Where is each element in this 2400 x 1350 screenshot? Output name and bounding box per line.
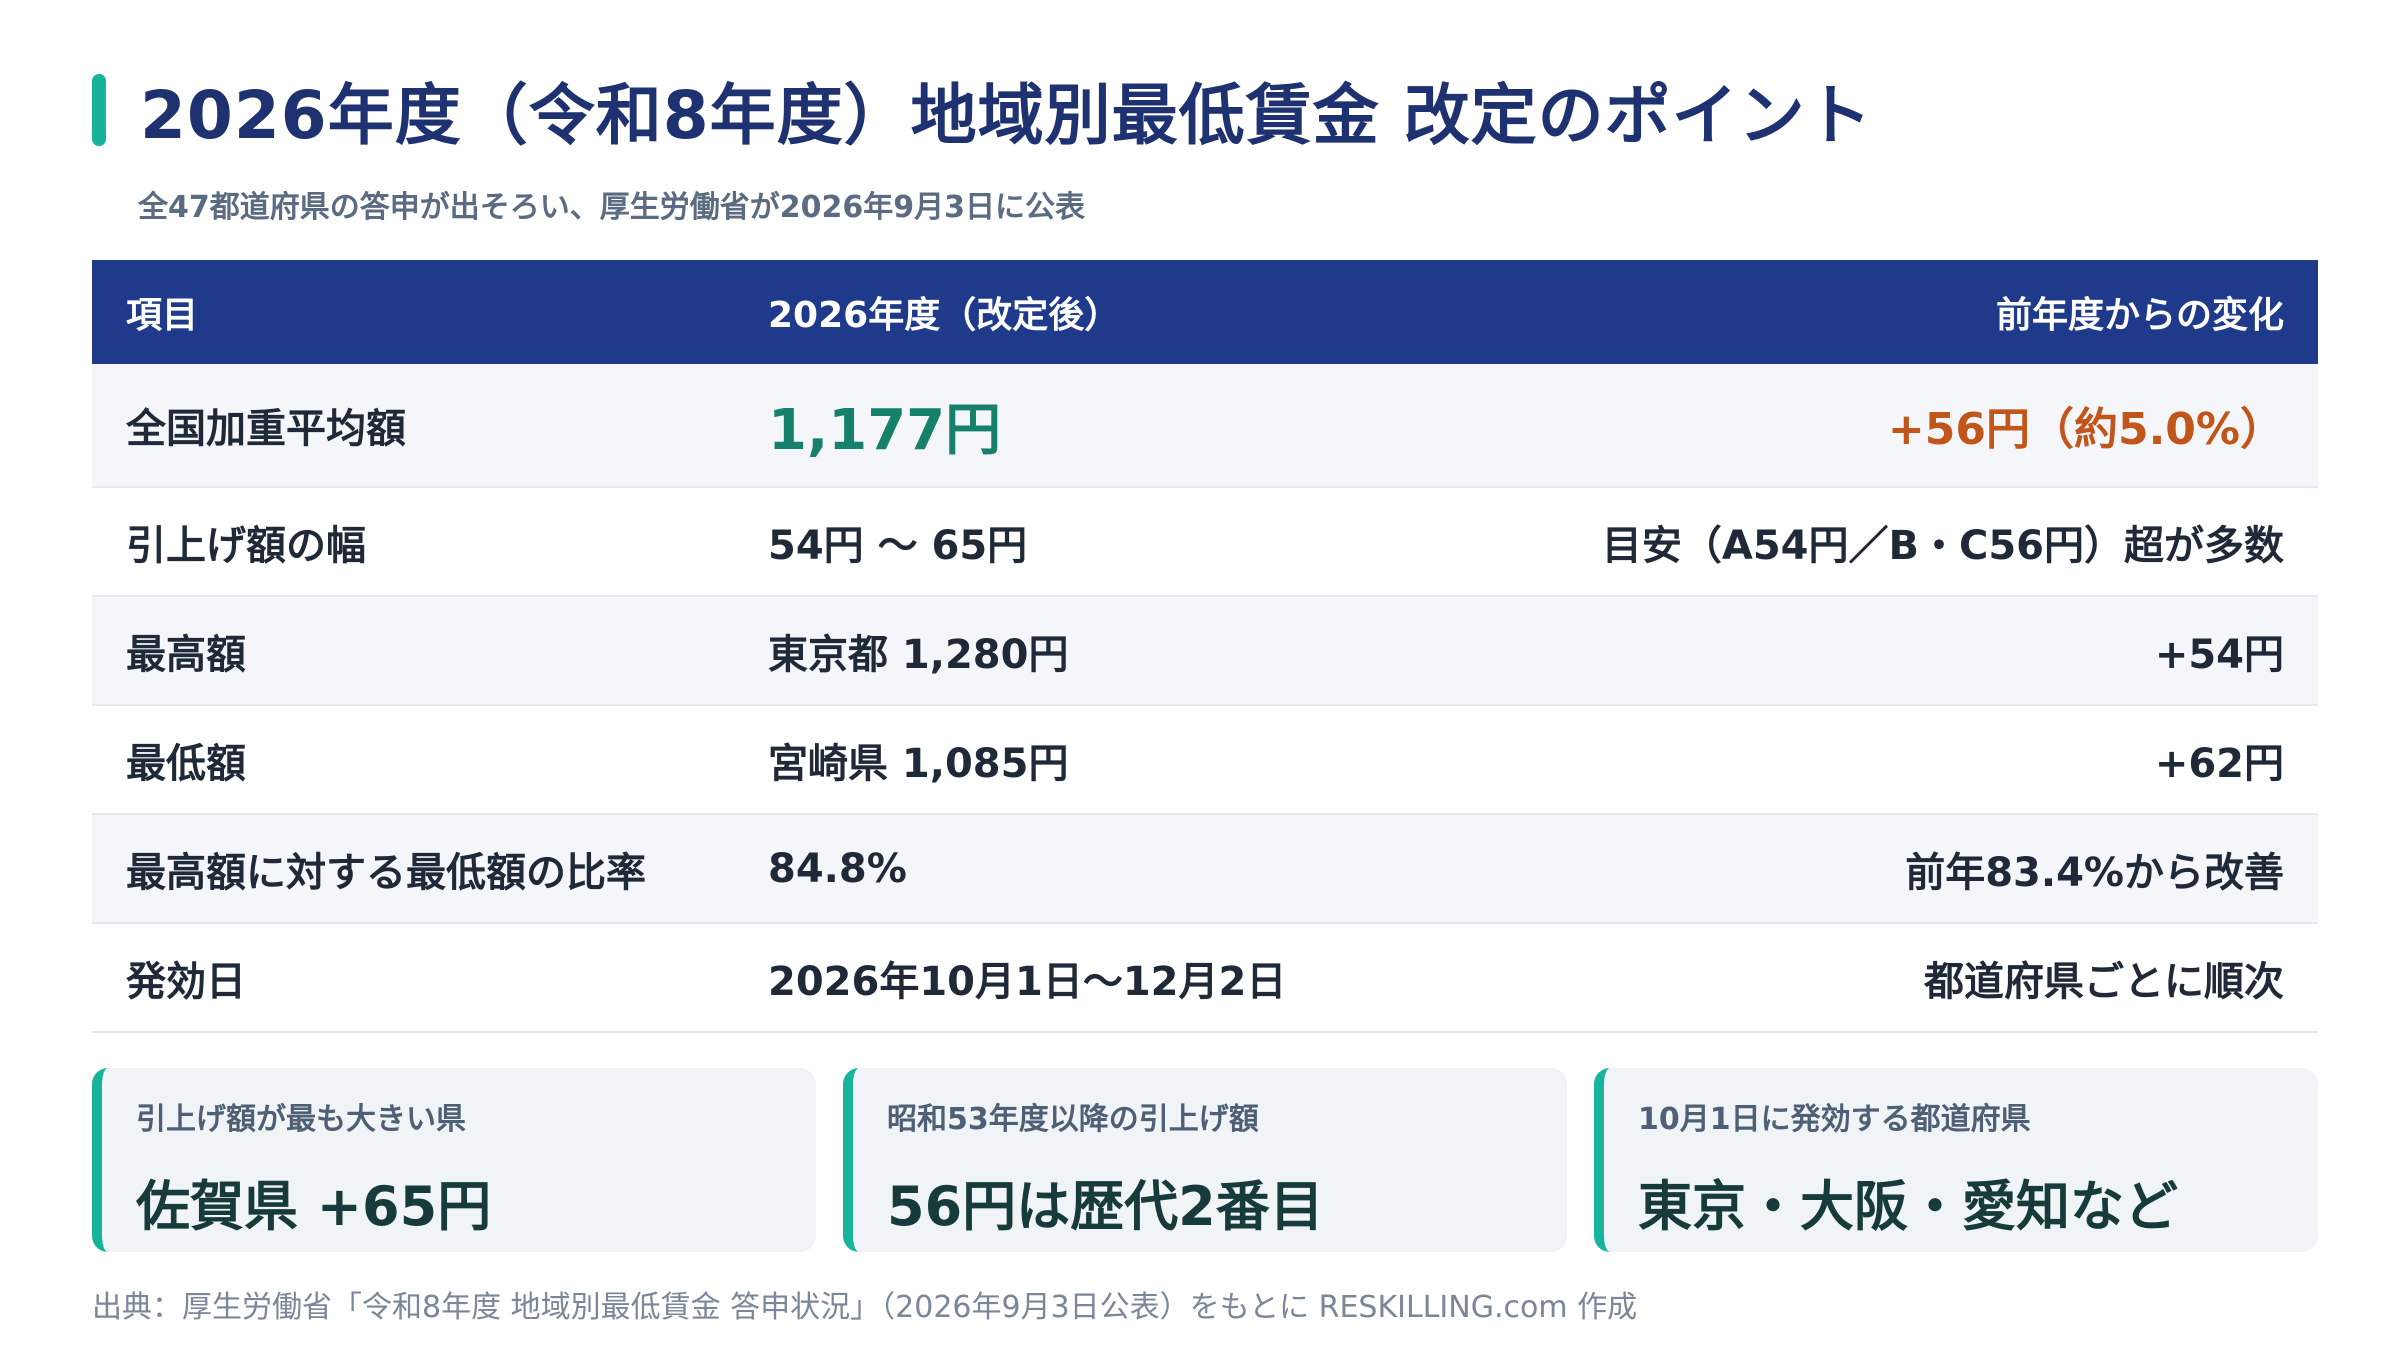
card-value: 東京・大阪・愛知など [1638,1175,2178,1238]
row-value-highlight: 1,177円 [768,397,1002,463]
card-value: 佐賀県 +65円 [136,1175,492,1238]
row-change-highlight: +56円（約5.0%） [1887,404,2284,455]
column-header-change: 前年度からの変化 [1995,295,2284,336]
row-value: 2026年10月1日〜12月2日 [768,958,1287,1005]
title-row: 2026年度（令和8年度）地域別最低賃金 改定のポイント [92,70,1873,154]
table-row-lowest: 最低額 宮崎県 1,085円 +62円 [92,706,2318,815]
page-title: 2026年度（令和8年度）地域別最低賃金 改定のポイント [140,77,1873,154]
row-value: 宮崎県 1,085円 [768,740,1069,787]
card-label: 引上げ額が最も大きい県 [136,1102,466,1137]
table-row-ratio: 最高額に対する最低額の比率 84.8% 前年83.4%から改善 [92,815,2318,924]
summary-card-historical-rank: 昭和53年度以降の引上げ額 56円は歴代2番目 [843,1068,1567,1252]
table-row-effective-date: 発効日 2026年10月1日〜12月2日 都道府県ごとに順次 [92,924,2318,1033]
row-value: 東京都 1,280円 [768,631,1069,678]
row-item: 最高額 [126,631,246,678]
card-label: 昭和53年度以降の引上げ額 [887,1102,1259,1137]
summary-cards: 引上げ額が最も大きい県 佐賀県 +65円 昭和53年度以降の引上げ額 56円は歴… [92,1068,2318,1252]
row-change: 都道府県ごとに順次 [1924,958,2284,1005]
column-header-value: 2026年度（改定後） [768,295,1121,336]
row-item: 最低額 [126,740,246,787]
table-row-highest: 最高額 東京都 1,280円 +54円 [92,597,2318,706]
row-item: 全国加重平均額 [126,406,406,452]
row-item: 最高額に対する最低額の比率 [126,849,646,896]
row-change: 目安（A54円／B・C56円）超が多数 [1601,522,2284,569]
page: 2026年度（令和8年度）地域別最低賃金 改定のポイント 全47都道府県の答申が… [0,0,2400,1350]
title-accent-bar [92,74,106,146]
table-row-raise-range: 引上げ額の幅 54円 〜 65円 目安（A54円／B・C56円）超が多数 [92,488,2318,597]
row-change: 前年83.4%から改善 [1905,849,2284,896]
summary-card-oct1-prefectures: 10月1日に発効する都道府県 東京・大阪・愛知など [1594,1068,2318,1252]
minimum-wage-table: 項目 2026年度（改定後） 前年度からの変化 全国加重平均額 1,177円 +… [92,260,2318,1033]
page-subtitle: 全47都道府県の答申が出そろい、厚生労働省が2026年9月3日に公表 [138,190,1085,225]
card-label: 10月1日に発効する都道府県 [1638,1102,2031,1137]
table-header: 項目 2026年度（改定後） 前年度からの変化 [92,260,2318,364]
row-change: +54円 [2154,631,2284,678]
column-header-item: 項目 [126,295,199,336]
row-change: +62円 [2154,740,2284,787]
row-item: 引上げ額の幅 [126,522,366,569]
source-note: 出典：厚生労働省「令和8年度 地域別最低賃金 答申状況」（2026年9月3日公表… [92,1290,1638,1325]
row-value: 84.8% [768,845,907,892]
card-value: 56円は歴代2番目 [887,1175,1324,1238]
row-value: 54円 〜 65円 [768,522,1028,569]
row-item: 発効日 [126,958,246,1005]
table-row-national-average: 全国加重平均額 1,177円 +56円（約5.0%） [92,364,2318,488]
summary-card-largest-raise: 引上げ額が最も大きい県 佐賀県 +65円 [92,1068,816,1252]
